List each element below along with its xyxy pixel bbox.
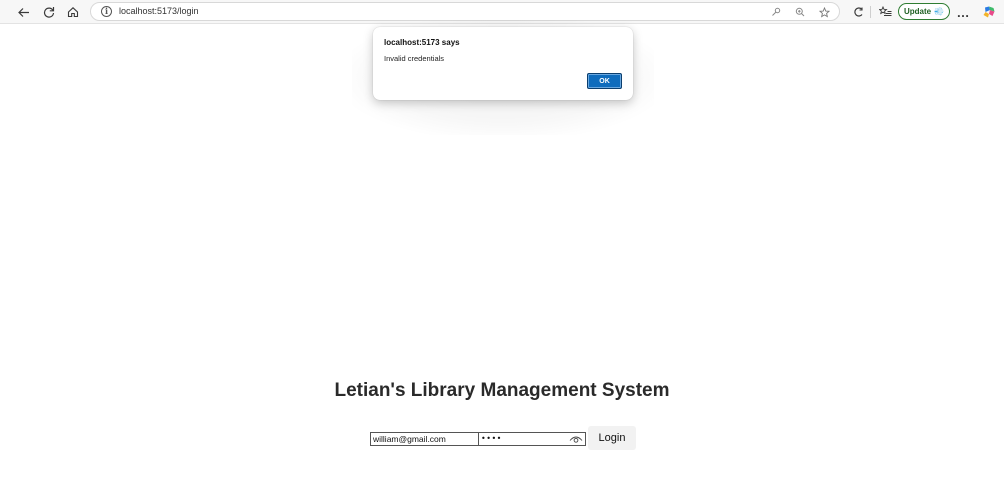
url-text[interactable]: localhost:5173/login	[119, 6, 199, 16]
address-bar[interactable]: i localhost:5173/login	[90, 2, 840, 21]
dialog-message: Invalid credentials	[384, 54, 445, 63]
collections-icon[interactable]	[850, 3, 868, 21]
login-form: Login	[370, 426, 670, 450]
update-button[interactable]: Update 💨	[898, 3, 950, 20]
info-icon[interactable]: i	[101, 6, 112, 17]
dialog-ok-button[interactable]: OK	[587, 73, 622, 89]
password-field[interactable]	[478, 432, 586, 446]
password-input[interactable]	[481, 433, 561, 445]
copilot-icon[interactable]	[980, 3, 998, 21]
email-input[interactable]	[370, 432, 482, 446]
toolbar-divider	[870, 6, 871, 18]
update-emoji-icon: 💨	[934, 7, 945, 16]
back-arrow-icon[interactable]	[14, 3, 32, 21]
login-button[interactable]: Login	[588, 426, 636, 450]
dialog-title: localhost:5173 says	[384, 38, 460, 47]
refresh-icon[interactable]	[40, 3, 58, 21]
page-title: Letian's Library Management System	[334, 380, 670, 401]
favorites-list-icon[interactable]	[876, 3, 894, 21]
star-icon[interactable]	[817, 5, 831, 19]
eye-icon[interactable]	[569, 434, 583, 444]
key-icon[interactable]	[769, 5, 783, 19]
alert-dialog: localhost:5173 says Invalid credentials …	[373, 27, 633, 100]
update-label: Update	[903, 7, 932, 16]
zoom-icon[interactable]	[793, 5, 807, 19]
more-menu-icon[interactable]: …	[954, 3, 972, 21]
home-icon[interactable]	[64, 3, 82, 21]
